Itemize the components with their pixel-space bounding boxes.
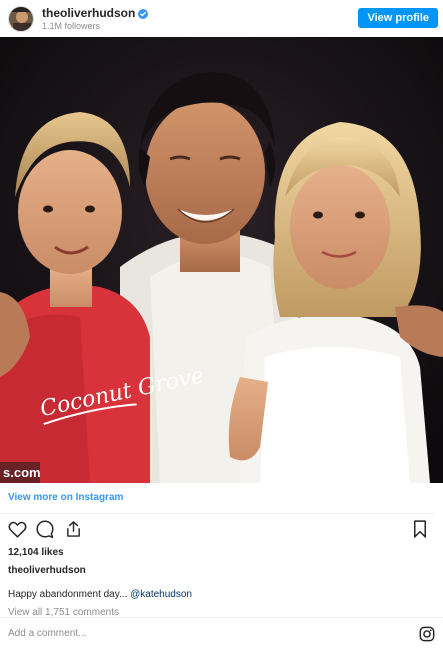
view-profile-button[interactable]: View profile [358, 8, 438, 28]
bookmark-icon[interactable] [409, 518, 431, 540]
caption-username[interactable]: theoliverhudson [0, 562, 443, 580]
share-icon[interactable] [62, 518, 84, 540]
add-comment-input[interactable]: Add a comment... [8, 628, 419, 639]
instagram-embed-post: theoliverhudson 1.1M followers View prof… [0, 0, 443, 649]
post-photo[interactable]: Coconut Grove s.com [0, 37, 443, 483]
caption-text: Happy abandonment day... [8, 589, 128, 600]
post-actions [0, 514, 443, 544]
view-more-link[interactable]: View more on Instagram [0, 483, 435, 514]
heart-icon[interactable] [6, 518, 28, 540]
caption-mention[interactable]: @katehudson [130, 589, 192, 600]
likes-count[interactable]: 12,104 likes [0, 545, 443, 561]
photo-watermark: s.com [3, 465, 41, 480]
comment-icon[interactable] [34, 518, 56, 540]
user-block: theoliverhudson 1.1M followers [42, 6, 149, 32]
followers-count: 1.1M followers [42, 20, 101, 31]
avatar[interactable] [8, 5, 34, 32]
username-row: theoliverhudson [42, 6, 149, 20]
verified-badge-icon [138, 8, 149, 19]
instagram-logo-icon[interactable] [419, 626, 435, 642]
add-comment-bar: Add a comment... [0, 617, 443, 649]
post-header: theoliverhudson 1.1M followers View prof… [0, 0, 443, 37]
username[interactable]: theoliverhudson [42, 6, 135, 20]
caption: Happy abandonment day... @katehudson [0, 586, 443, 604]
